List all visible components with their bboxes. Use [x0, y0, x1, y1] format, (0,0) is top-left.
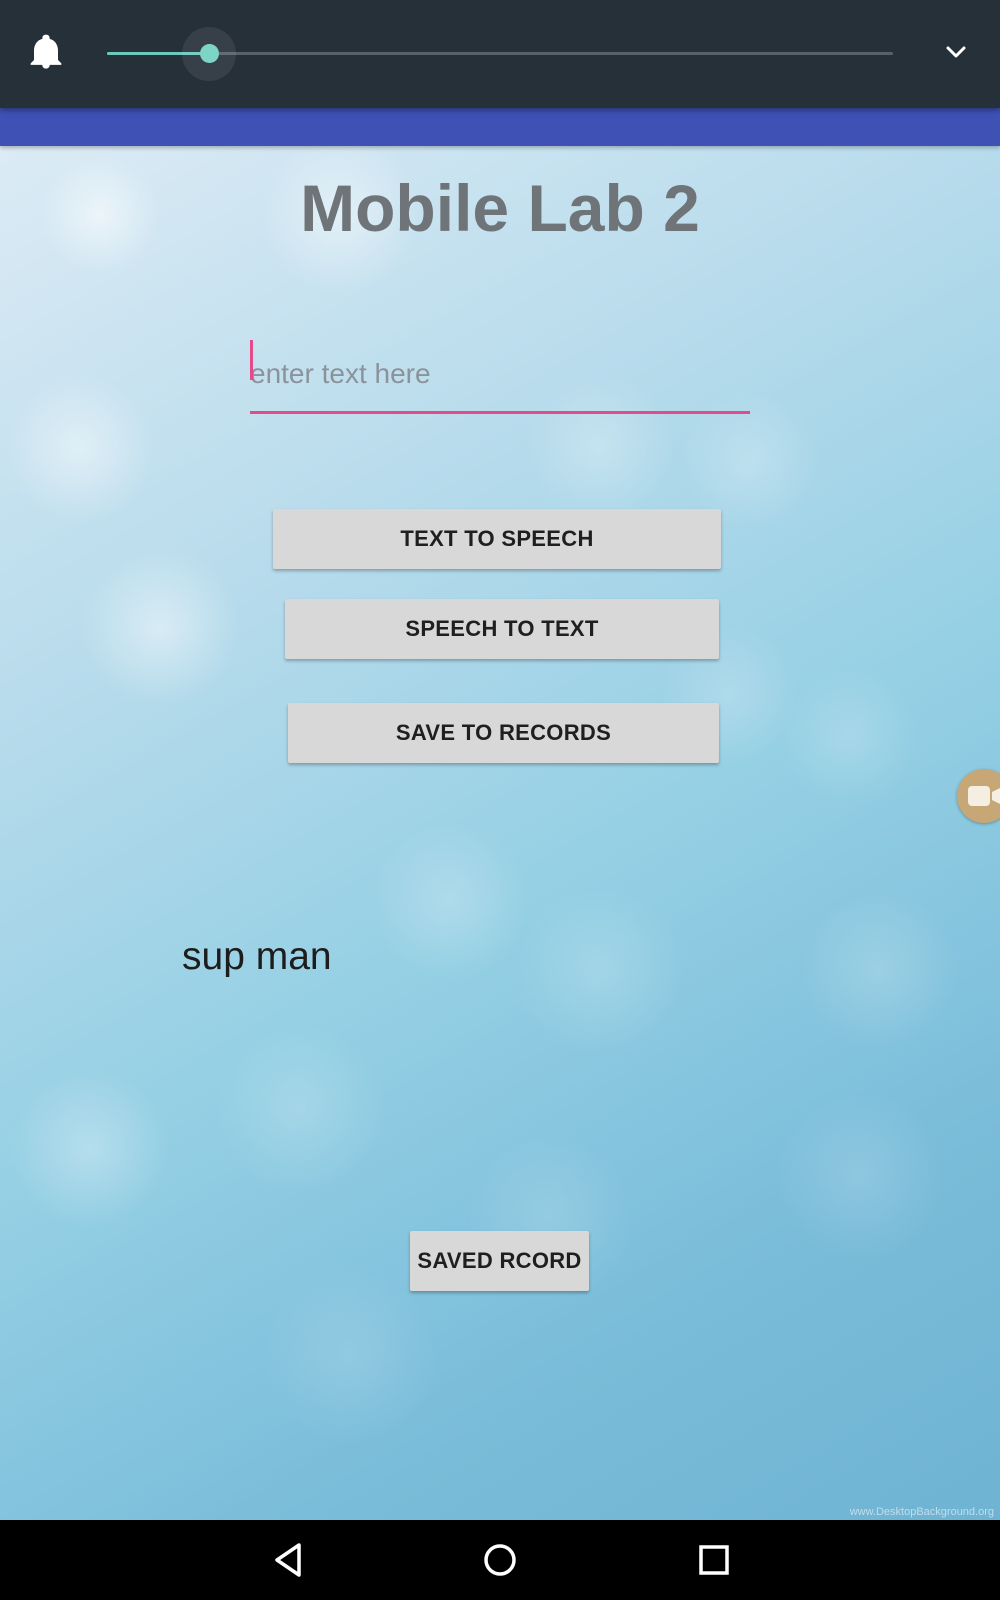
speech-to-text-button[interactable]: SPEECH TO TEXT [285, 599, 719, 659]
navigation-bar [0, 1520, 1000, 1600]
action-bar [0, 108, 1000, 146]
page-title: Mobile Lab 2 [300, 171, 700, 245]
save-to-records-button[interactable]: SAVE TO RECORDS [288, 703, 719, 763]
chevron-down-icon[interactable] [944, 40, 968, 64]
home-icon[interactable] [478, 1538, 522, 1582]
video-camera-icon [968, 786, 1000, 806]
result-text: sup man [182, 935, 332, 978]
volume-slider[interactable] [107, 27, 893, 81]
volume-slider-thumb[interactable] [199, 44, 219, 63]
volume-panel [0, 0, 1000, 108]
saved-record-button[interactable]: SAVED RCORD [410, 1231, 589, 1291]
text-input[interactable] [250, 336, 750, 414]
text-cursor [250, 340, 253, 380]
background-watermark: www.DesktopBackground.org [849, 1506, 994, 1518]
bell-icon[interactable] [30, 34, 62, 70]
text-to-speech-button[interactable]: TEXT TO SPEECH [273, 509, 721, 569]
recent-apps-icon[interactable] [692, 1538, 736, 1582]
back-icon[interactable] [266, 1538, 310, 1582]
